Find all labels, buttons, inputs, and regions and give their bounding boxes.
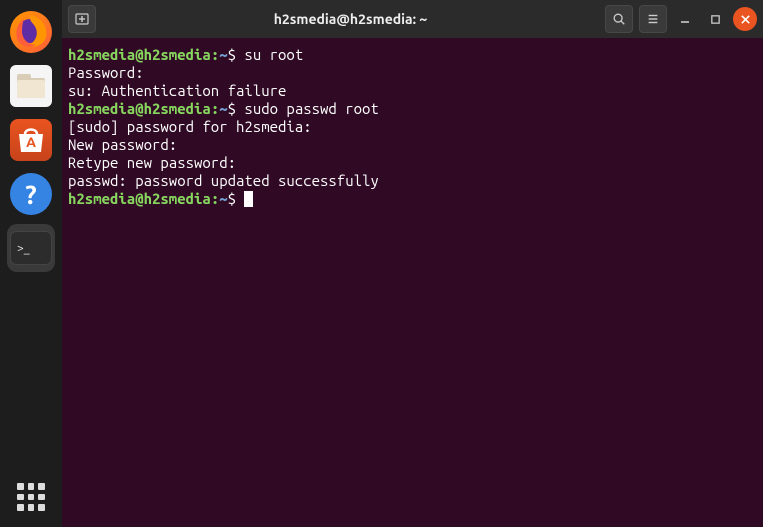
cursor [244, 191, 253, 207]
show-applications[interactable] [17, 483, 45, 511]
help-icon: ? [10, 173, 52, 215]
search-icon [612, 12, 626, 26]
output-line: [sudo] password for h2smedia: [68, 118, 757, 136]
new-tab-button[interactable] [68, 5, 96, 33]
titlebar: h2smedia@h2smedia: ~ [62, 0, 763, 38]
prompt-user: h2smedia@h2smedia [68, 46, 211, 63]
output-line: su: Authentication failure [68, 82, 757, 100]
dock-files[interactable] [7, 62, 55, 110]
dock-software[interactable]: A [7, 116, 55, 164]
menu-button[interactable] [639, 5, 667, 33]
output-line: passwd: password updated successfully [68, 172, 757, 190]
prompt-symbol: $ [228, 46, 236, 63]
maximize-button[interactable] [703, 7, 727, 31]
maximize-icon [710, 14, 721, 25]
files-icon [10, 65, 52, 107]
dock-terminal[interactable]: >_ [7, 224, 55, 272]
close-button[interactable] [733, 7, 757, 31]
close-icon [740, 14, 751, 25]
output-line: Password: [68, 64, 757, 82]
command-1: su root [236, 46, 303, 63]
minimize-icon [679, 13, 691, 25]
dock-help[interactable]: ? [7, 170, 55, 218]
output-line: New password: [68, 136, 757, 154]
svg-text:A: A [26, 134, 36, 150]
terminal-output[interactable]: h2smedia@h2smedia:~$ su rootPassword:su:… [62, 38, 763, 527]
search-button[interactable] [605, 5, 633, 33]
terminal-icon: >_ [10, 231, 52, 265]
software-icon: A [10, 119, 52, 161]
prompt-path: ~ [219, 46, 227, 63]
command-2: sudo passwd root [236, 100, 379, 117]
firefox-icon [10, 11, 52, 53]
window-title: h2smedia@h2smedia: ~ [102, 11, 599, 27]
minimize-button[interactable] [673, 7, 697, 31]
terminal-window: h2smedia@h2smedia: ~ h2smedia@h2smedia:~… [62, 0, 763, 527]
output-line: Retype new password: [68, 154, 757, 172]
dock: A ? >_ [0, 0, 62, 527]
hamburger-icon [646, 12, 660, 26]
dock-firefox[interactable] [7, 8, 55, 56]
